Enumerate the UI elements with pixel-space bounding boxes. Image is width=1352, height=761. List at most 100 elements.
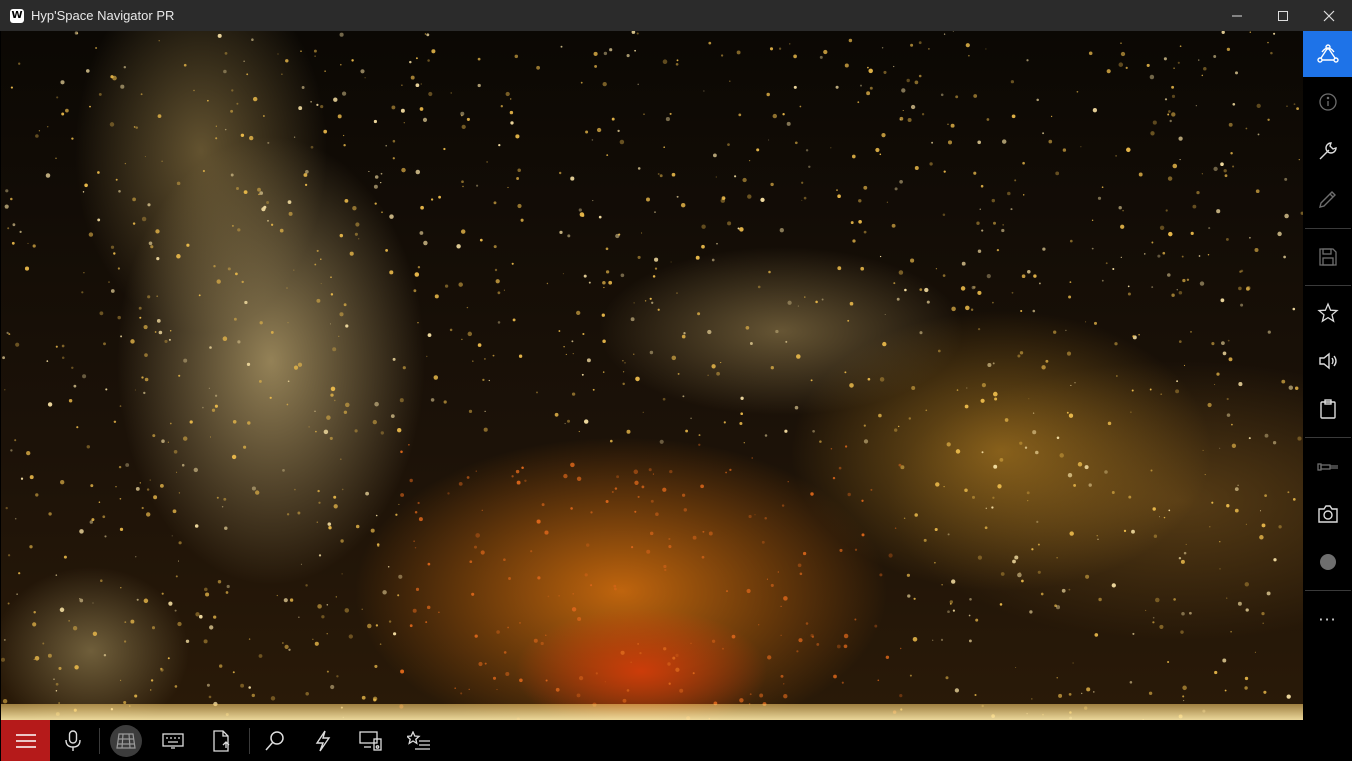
record-button[interactable] [1303,539,1352,585]
dust-particle [466,476,470,479]
dust-particle [968,639,972,643]
dust-particle [328,526,332,530]
main-menu-button[interactable] [1,720,50,761]
more-button[interactable]: ··· [1303,596,1352,642]
dust-particle [641,485,645,489]
dust-particle [622,382,625,386]
dust-particle [119,497,122,500]
dust-particle [1032,412,1035,414]
telescope-button[interactable] [1303,444,1352,490]
dust-particle [769,47,774,51]
dust-particle [391,105,396,110]
voice-button[interactable] [49,720,97,761]
dust-particle [796,354,801,359]
dust-particle [698,443,701,446]
dust-particle [355,222,360,227]
save-button[interactable] [1303,234,1352,280]
dust-particle [994,397,998,401]
dust-particle [594,64,598,68]
dust-particle [836,644,841,649]
dust-particle [1167,176,1173,181]
sky-view[interactable] [1,31,1303,720]
dust-particle [602,339,606,344]
dust-particle [419,107,424,111]
dust-particle [1176,289,1178,291]
dust-particle [1261,611,1265,616]
star-list-button[interactable] [395,720,443,761]
dust-particle [409,478,413,483]
dust-particle [400,493,405,497]
dust-particle [810,492,814,496]
bottom-toolbar [0,720,1303,761]
dust-particle [14,517,17,520]
dust-particle [341,91,347,96]
dust-particle [482,378,485,382]
dust-particle [174,609,177,612]
dust-particle [450,92,452,94]
dust-particle [473,545,478,549]
dust-particle [379,643,382,645]
dust-particle [60,80,65,85]
dust-particle [373,184,378,189]
dust-particle [389,270,394,275]
dust-particle [767,655,772,660]
search-button[interactable] [251,720,299,761]
clipboard-button[interactable] [1303,386,1352,432]
dust-particle [423,240,428,246]
dust-particle [156,295,159,298]
info-button[interactable] [1303,79,1352,125]
dust-particle [468,688,470,690]
dust-particle [649,297,652,300]
dust-particle [112,75,117,81]
dust-particle [86,445,91,449]
dust-particle [1080,146,1082,148]
tools-button[interactable] [1303,128,1352,174]
sky-network-button[interactable] [1303,31,1352,77]
grid-button[interactable] [102,720,150,761]
dust-particle [1182,685,1187,691]
dust-particle [500,105,503,108]
maximize-button[interactable] [1260,0,1306,31]
dust-particle [835,85,839,89]
dust-particle [893,282,896,285]
dust-particle [422,117,428,122]
favorites-button[interactable] [1303,290,1352,336]
dust-particle [849,383,854,388]
dust-particle [891,223,896,228]
dust-particle [1127,292,1131,296]
dust-particle [584,573,588,577]
dust-particle [1266,591,1271,596]
dust-particle [1180,559,1185,564]
close-button[interactable] [1306,0,1352,31]
dust-particle [269,396,272,399]
dust-particle [899,118,902,121]
dust-particle [799,105,802,108]
export-button[interactable] [198,720,246,761]
dust-particle [135,486,140,491]
dust-particle [115,486,117,488]
dust-particle [955,449,961,454]
dust-particle [46,125,49,128]
dust-particle [931,141,934,144]
dust-particle [1298,158,1300,161]
dust-particle [364,77,366,79]
dust-particle [466,117,470,121]
dust-particle [1231,443,1237,448]
dust-particle [149,479,151,481]
edit-button[interactable] [1303,176,1352,222]
dust-particle [1131,529,1135,534]
keyboard-button[interactable] [149,720,197,761]
sound-button[interactable] [1303,338,1352,384]
dust-particle [415,169,421,175]
minimize-button[interactable] [1214,0,1260,31]
camera-button[interactable] [1303,491,1352,537]
quick-action-button[interactable] [299,720,347,761]
dust-particle [1050,115,1053,118]
dust-particle [1112,267,1115,271]
dust-particle [14,439,17,442]
dust-particle [725,590,729,593]
dust-particle [602,371,605,373]
devices-button[interactable] [347,720,395,761]
dust-particle [794,405,799,410]
dust-particle [836,189,838,191]
